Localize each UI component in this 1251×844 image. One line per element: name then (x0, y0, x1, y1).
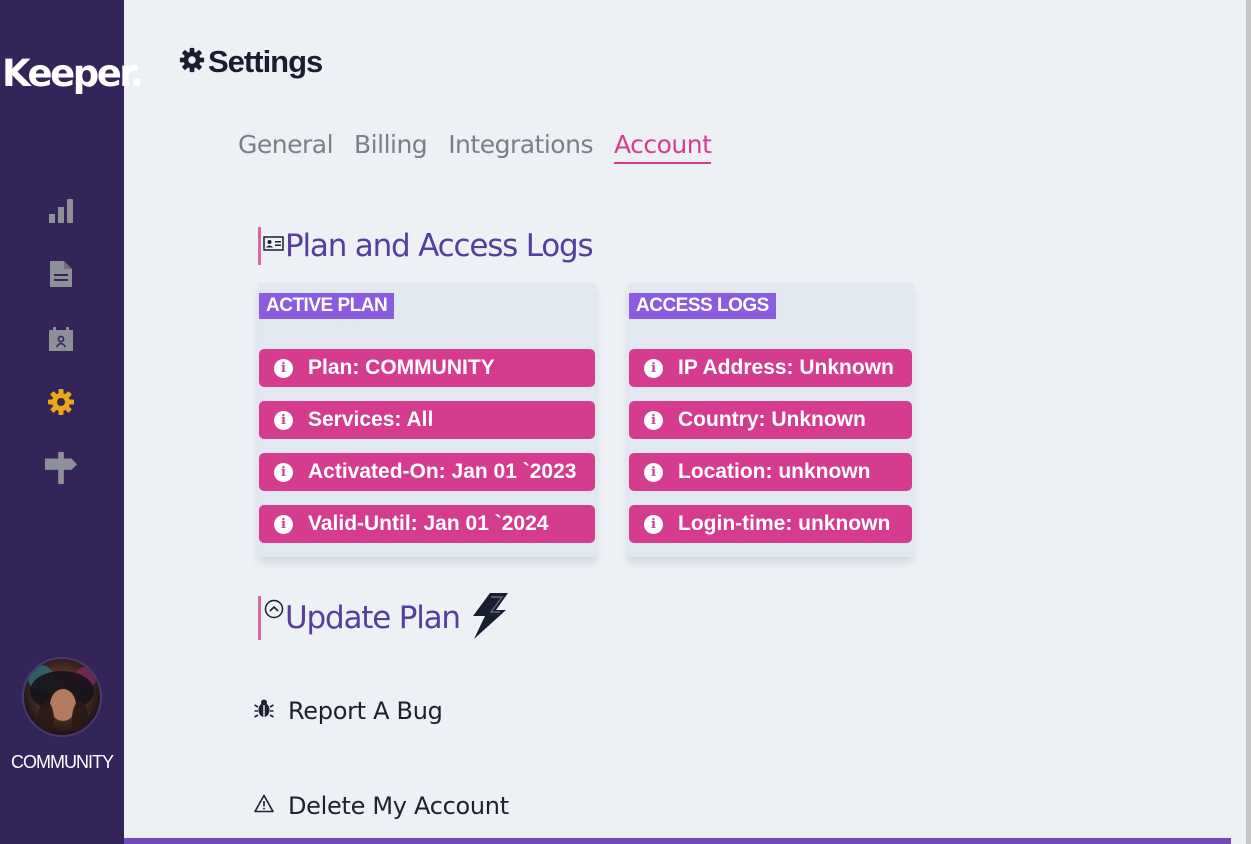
tab-integrations[interactable]: Integrations (448, 130, 593, 164)
info-icon: i (644, 358, 663, 378)
settings-tabs: General Billing Integrations Account (238, 130, 732, 164)
nav-signpost-icon[interactable] (44, 451, 78, 485)
access-log-item: i Login-time: unknown (629, 505, 912, 543)
plan-info-item: i Activated-On: Jan 01 `2023 (259, 453, 595, 491)
access-log-text: Login-time: unknown (678, 512, 891, 535)
gear-icon (178, 46, 206, 79)
user-avatar[interactable] (22, 657, 102, 737)
sidebar: Keeper. COMMUNITY (0, 0, 144, 844)
plan-info-text: Services: All (308, 408, 434, 431)
id-card-icon (263, 235, 285, 258)
access-log-item: i Location: unknown (629, 453, 912, 491)
access-log-item: i IP Address: Unknown (629, 349, 912, 387)
report-bug-label: Report A Bug (288, 697, 443, 725)
plan-section-title: Plan and Access Logs (285, 228, 594, 264)
access-logs-card: ACCESS LOGS i IP Address: Unknown i Coun… (628, 283, 913, 557)
report-bug-button[interactable]: Report A Bug (254, 697, 443, 725)
plan-info-item: i Valid-Until: Jan 01 `2024 (259, 505, 595, 543)
plan-info-item: i Services: All (259, 401, 595, 439)
nav-document-icon[interactable] (44, 257, 78, 291)
access-log-text: Country: Unknown (678, 408, 866, 431)
info-icon: i (274, 410, 293, 430)
update-plan-title: Update Plan (285, 600, 461, 636)
active-plan-badge: ACTIVE PLAN (259, 293, 395, 319)
plan-section-heading: Plan and Access Logs (258, 227, 594, 265)
info-icon: i (274, 514, 293, 534)
plan-info-text: Valid-Until: Jan 01 `2024 (308, 512, 549, 535)
bug-icon (254, 698, 274, 725)
app-logo[interactable]: Keeper. (2, 52, 144, 95)
tab-billing[interactable]: Billing (354, 130, 428, 164)
nav-dashboard-icon[interactable] (44, 194, 78, 228)
active-plan-card: ACTIVE PLAN i Plan: COMMUNITY i Services… (258, 283, 596, 557)
delete-account-label: Delete My Account (288, 792, 509, 820)
access-log-text: Location: unknown (678, 460, 871, 483)
tab-account[interactable]: Account (613, 130, 712, 164)
main-content: Settings General Billing Integrations Ac… (124, 0, 1251, 844)
user-plan-label: COMMUNITY (11, 752, 114, 772)
access-logs-badge: ACCESS LOGS (629, 293, 776, 319)
nav-contacts-icon[interactable] (44, 322, 78, 356)
nav-settings-icon[interactable] (44, 385, 78, 419)
lightning-icon (468, 592, 510, 645)
vertical-scrollbar[interactable] (1246, 0, 1251, 844)
info-icon: i (644, 410, 663, 430)
tab-general[interactable]: General (238, 130, 334, 164)
delete-account-button[interactable]: Delete My Account (254, 792, 509, 820)
info-icon: i (644, 462, 663, 482)
warning-icon (254, 794, 274, 818)
page-title: Settings (178, 44, 323, 80)
page-title-text: Settings (208, 44, 323, 79)
access-log-item: i Country: Unknown (629, 401, 912, 439)
bottom-accent-bar (124, 838, 1231, 844)
plan-info-item: i Plan: COMMUNITY (259, 349, 595, 387)
plan-info-text: Plan: COMMUNITY (308, 356, 495, 379)
info-icon: i (644, 514, 663, 534)
info-icon: i (274, 358, 293, 378)
info-icon: i (274, 462, 293, 482)
access-log-text: IP Address: Unknown (678, 356, 894, 379)
chevron-up-circle-icon (263, 598, 285, 625)
update-plan-toggle[interactable]: Update Plan (258, 592, 510, 640)
plan-info-text: Activated-On: Jan 01 `2023 (308, 460, 577, 483)
